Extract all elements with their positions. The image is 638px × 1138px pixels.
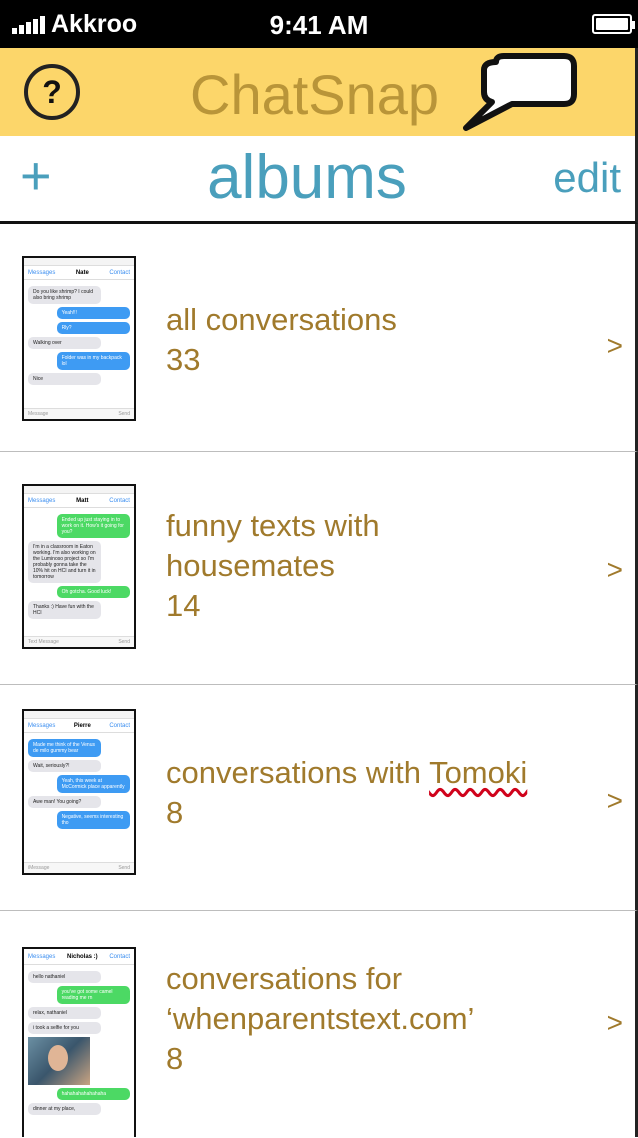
status-time: 9:41 AM bbox=[269, 10, 369, 40]
album-count: 33 bbox=[166, 342, 201, 377]
album-list: Messages Nate Contact Do you like shrimp? … bbox=[0, 224, 638, 1137]
message-bubble: Oh gotcha. Good luck! bbox=[56, 586, 130, 598]
album-name-line-2: ‘whenparentstext.com’ bbox=[166, 1001, 475, 1036]
album-thumbnail: Messages Matt Contact Ended up just stayin… bbox=[22, 484, 136, 649]
album-count: 8 bbox=[166, 795, 184, 830]
message-bubble: Folder was in my backpack lol bbox=[56, 352, 130, 370]
album-name: funny texts with housemates bbox=[166, 508, 380, 583]
album-name: all conversations bbox=[166, 302, 397, 337]
page-title: albums bbox=[207, 143, 407, 212]
chevron-right-icon: > bbox=[606, 330, 623, 361]
album-row-all-conversations[interactable]: Messages Nate Contact Do you like shrimp? … bbox=[0, 224, 638, 452]
album-info: conversations for ‘whenparentstext.com’ … bbox=[166, 959, 474, 1079]
album-name-line-1: conversations for bbox=[166, 961, 403, 996]
album-info: conversations with Tomoki 8 bbox=[166, 753, 527, 833]
album-thumbnail: Messages Pierre Contact Made me think of t… bbox=[22, 709, 136, 875]
album-count: 8 bbox=[166, 1041, 184, 1076]
message-bubble: Rly? bbox=[56, 322, 130, 334]
message-bubble: Yeah, this week at McCormick place appar… bbox=[56, 775, 130, 793]
message-bubble: Made me think of the Venus de milo gummy… bbox=[28, 739, 102, 757]
message-bubble: relax, nathaniel bbox=[28, 1007, 102, 1019]
app-title: ChatSnap bbox=[190, 63, 440, 126]
chevron-right-icon: > bbox=[606, 1007, 623, 1038]
edit-button[interactable]: edit bbox=[553, 154, 621, 202]
speech-bubble-icon bbox=[463, 53, 577, 131]
message-bubble: Yeah!!! bbox=[56, 307, 130, 319]
message-bubble: Negative, seems interesting tho bbox=[56, 811, 130, 829]
message-bubble: hello nathaniel bbox=[28, 971, 102, 983]
status-bar: Akkroo 9:41 AM bbox=[0, 0, 638, 48]
message-bubble: I'm in a classroom in Eaton working. I'm… bbox=[28, 541, 102, 583]
message-bubble: Wait, seriously?! bbox=[28, 760, 102, 772]
message-bubble: Awe man! You going? bbox=[28, 796, 102, 808]
chevron-right-icon: > bbox=[606, 554, 623, 585]
message-bubble: Walking over bbox=[28, 337, 102, 349]
message-bubble: dinner at my place, bbox=[28, 1103, 102, 1115]
album-info: all conversations 33 bbox=[166, 300, 397, 380]
album-count: 14 bbox=[166, 588, 201, 623]
message-bubble: Nice bbox=[28, 373, 102, 385]
message-bubble: Ended up just staying in to work on it. … bbox=[56, 514, 130, 538]
help-button[interactable]: ? bbox=[24, 64, 80, 120]
chevron-right-icon: > bbox=[606, 785, 623, 816]
message-bubble: you've got some camel reading me rn bbox=[56, 986, 130, 1004]
album-thumbnail: Messages Nicholas :) Contact hello nathani… bbox=[22, 947, 136, 1137]
album-row-whenparentstext[interactable]: Messages Nicholas :) Contact hello nathani… bbox=[0, 911, 638, 1137]
album-row-conversations-with-tomoki[interactable]: Messages Pierre Contact Made me think of t… bbox=[0, 685, 638, 911]
message-bubble: Do you like shrimp? I could also bring s… bbox=[28, 286, 102, 304]
album-thumbnail: Messages Nate Contact Do you like shrimp? … bbox=[22, 256, 136, 421]
message-bubble: i took a selfie for you bbox=[28, 1022, 102, 1034]
album-name: conversations with Tomoki bbox=[166, 755, 528, 790]
message-bubble: Thanks :) Have fun with the HCI bbox=[28, 601, 102, 619]
app-header: ? ChatSnap bbox=[0, 48, 638, 136]
battery-icon bbox=[592, 14, 635, 34]
message-bubble: hahahahahahahaha bbox=[56, 1088, 130, 1100]
nav-bar: + albums edit bbox=[0, 136, 638, 224]
album-info: funny texts with housemates 14 bbox=[166, 506, 436, 626]
album-row-funny-texts[interactable]: Messages Matt Contact Ended up just stayin… bbox=[0, 452, 638, 685]
spellcheck-flagged-word: Tomoki bbox=[429, 755, 528, 790]
selfie-photo bbox=[28, 1037, 90, 1085]
